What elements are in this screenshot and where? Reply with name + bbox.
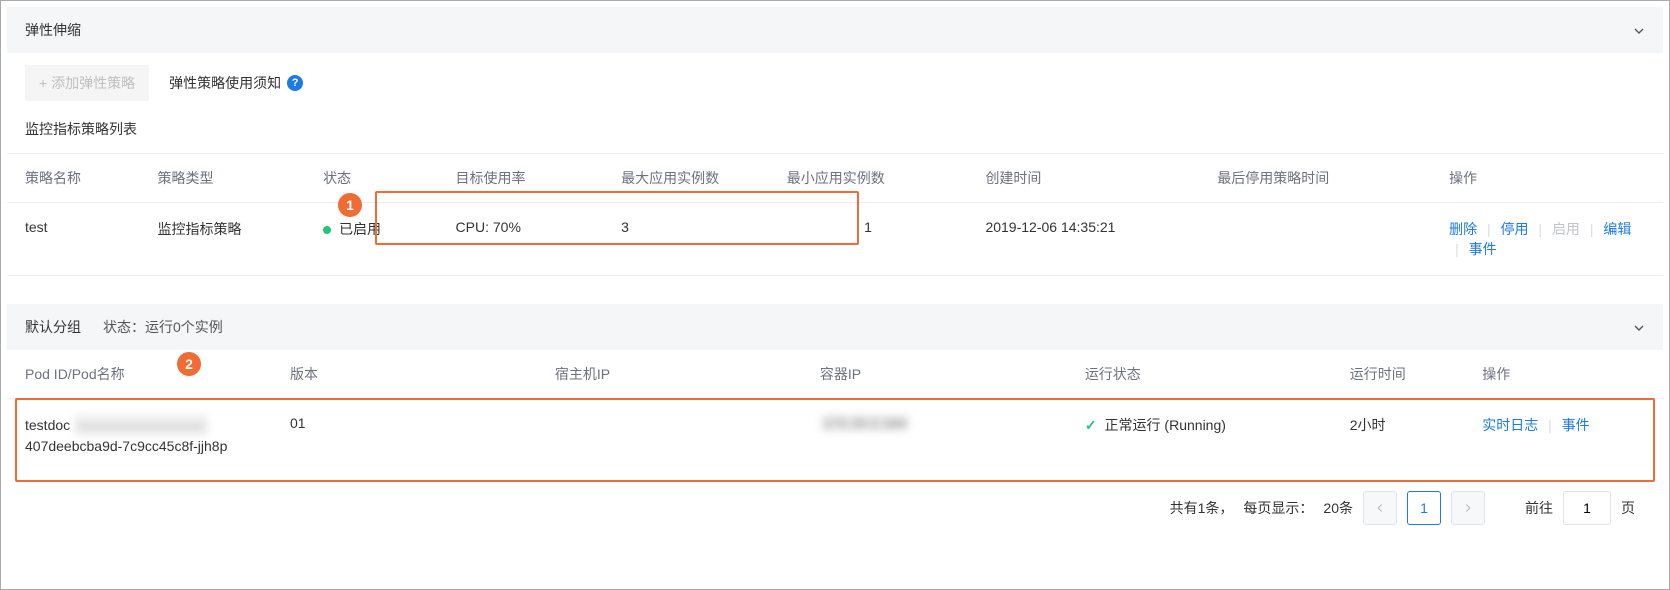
cell-run-state: ✓ 正常运行 (Running): [1067, 399, 1332, 474]
th-run-state: 运行状态: [1067, 350, 1332, 399]
th-max-inst: 最大应用实例数: [603, 154, 769, 203]
next-page-button[interactable]: [1451, 491, 1485, 525]
group-name: 默认分组: [25, 317, 81, 337]
cell-host-ip: [537, 399, 802, 474]
th-runtime: 运行时间: [1332, 350, 1464, 399]
start-link: 启用: [1552, 221, 1580, 237]
pagination: 共有1条， 每页显示： 20条 1 前往 页: [7, 473, 1663, 535]
pod-id-obscured: —————————: [74, 415, 208, 436]
container-ip-obscured: 172.20.2.164: [820, 415, 910, 431]
prev-page-button[interactable]: [1363, 491, 1397, 525]
state-text: 已启用: [339, 221, 381, 237]
group-state: 状态：运行0个实例: [103, 317, 223, 337]
goto-page-input[interactable]: [1563, 491, 1611, 525]
edit-link[interactable]: 编辑: [1603, 221, 1631, 237]
th-host-ip: 宿主机IP: [537, 350, 802, 399]
group-state-value: 运行0个实例: [145, 319, 223, 335]
sep: |: [1548, 417, 1552, 433]
cell-last-disabled: [1199, 203, 1431, 276]
hint-text: 弹性策略使用须知: [169, 73, 281, 93]
cell-runtime: 2小时: [1332, 399, 1464, 474]
policy-list-heading: 监控指标策略列表: [7, 111, 1663, 153]
th-ops: 操作: [1431, 154, 1663, 203]
events-link[interactable]: 事件: [1469, 241, 1497, 257]
cell-policy-name: test: [7, 203, 139, 276]
th-min-inst: 最小应用实例数: [769, 154, 968, 203]
delete-link[interactable]: 删除: [1449, 221, 1477, 237]
th-created: 创建时间: [967, 154, 1199, 203]
elastic-scaling-title: 弹性伸缩: [25, 20, 81, 40]
goto-label: 前往: [1525, 498, 1553, 518]
default-group-header[interactable]: 默认分组 状态：运行0个实例: [7, 304, 1663, 350]
th-last-disabled: 最后停用策略时间: [1199, 154, 1431, 203]
th-container-ip: 容器IP: [802, 350, 1067, 399]
status-dot-icon: [323, 226, 331, 234]
logs-link[interactable]: 实时日志: [1482, 417, 1538, 433]
cell-state: 已启用: [305, 203, 437, 276]
cell-max-inst: 3: [603, 203, 769, 276]
policy-table-wrap: 策略名称 策略类型 状态 目标使用率 最大应用实例数 最小应用实例数 创建时间 …: [7, 153, 1663, 276]
chevron-down-icon[interactable]: [1631, 23, 1645, 37]
sep: |: [1455, 241, 1459, 257]
pod-id-line2: 407deebcba9d-7c9cc45c8f-jjh8p: [25, 438, 227, 454]
pod-table: Pod ID/Pod名称 版本 宿主机IP 容器IP 运行状态 运行时间 操作 …: [7, 350, 1663, 473]
policy-row: test 监控指标策略 已启用 CPU: 70% 3 1 2019-12-06 …: [7, 203, 1663, 276]
per-page-value[interactable]: 20条: [1323, 498, 1353, 518]
policy-table: 策略名称 策略类型 状态 目标使用率 最大应用实例数 最小应用实例数 创建时间 …: [7, 153, 1663, 276]
run-state-text: 正常运行 (Running): [1105, 415, 1226, 435]
pod-id-prefix: testdoc: [25, 417, 70, 433]
cell-pod-ops: 实时日志 | 事件: [1464, 399, 1663, 474]
cell-target-util: CPU: 70%: [438, 203, 604, 276]
elastic-scaling-header[interactable]: 弹性伸缩: [7, 7, 1663, 53]
per-page-label: 每页显示：: [1243, 498, 1313, 518]
cell-container-ip: 172.20.2.164: [802, 399, 1067, 474]
pod-row: testdoc ————————— 407deebcba9d-7c9cc45c8…: [7, 399, 1663, 474]
cell-version: 01: [272, 399, 537, 474]
th-pod-id: Pod ID/Pod名称: [7, 350, 272, 399]
cell-pod-id: testdoc ————————— 407deebcba9d-7c9cc45c8…: [7, 399, 272, 474]
chevron-down-icon[interactable]: [1631, 320, 1645, 334]
cell-policy-type: 监控指标策略: [139, 203, 305, 276]
page-number-1[interactable]: 1: [1407, 491, 1441, 525]
add-policy-button[interactable]: + 添加弹性策略: [25, 65, 149, 101]
pagination-total: 共有1条，: [1170, 498, 1234, 518]
th-pod-ops: 操作: [1464, 350, 1663, 399]
th-policy-type: 策略类型: [139, 154, 305, 203]
th-version: 版本: [272, 350, 537, 399]
help-icon[interactable]: ?: [287, 75, 303, 91]
policy-toolbar: + 添加弹性策略 弹性策略使用须知 ?: [7, 53, 1663, 111]
sep: |: [1487, 221, 1491, 237]
pod-events-link[interactable]: 事件: [1562, 417, 1590, 433]
check-icon: ✓: [1085, 417, 1097, 434]
th-state: 状态: [305, 154, 437, 203]
th-target-util: 目标使用率: [438, 154, 604, 203]
cell-created: 2019-12-06 14:35:21: [967, 203, 1199, 276]
cell-ops: 删除 | 停用 | 启用 | 编辑 | 事件: [1431, 203, 1663, 276]
cell-min-inst: 1: [769, 203, 968, 276]
th-policy-name: 策略名称: [7, 154, 139, 203]
policy-usage-hint[interactable]: 弹性策略使用须知 ?: [169, 73, 303, 93]
page-suffix: 页: [1621, 498, 1635, 518]
sep: |: [1590, 221, 1594, 237]
pod-table-wrap: Pod ID/Pod名称 版本 宿主机IP 容器IP 运行状态 运行时间 操作 …: [7, 350, 1663, 473]
group-state-label: 状态：: [103, 319, 145, 335]
stop-link[interactable]: 停用: [1501, 221, 1529, 237]
sep: |: [1538, 221, 1542, 237]
